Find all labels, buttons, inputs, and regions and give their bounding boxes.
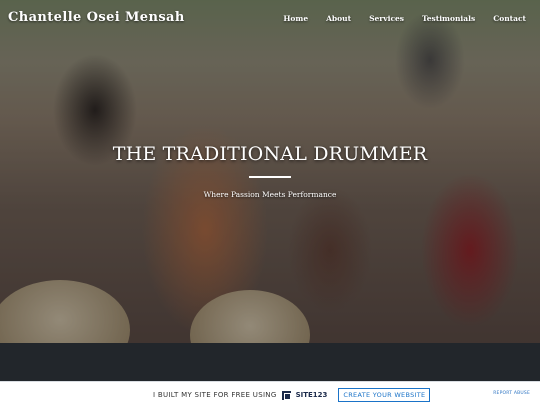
dark-section-band: [0, 343, 540, 381]
report-abuse-link[interactable]: REPORT ABUSE: [493, 391, 530, 396]
promo-content: I BUILT MY SITE FOR FREE USING SITE123 C…: [153, 388, 431, 402]
promo-built-text: I BUILT MY SITE FOR FREE USING: [153, 391, 277, 399]
hero-heading-block: THE TRADITIONAL DRUMMER Where Passion Me…: [0, 143, 540, 199]
site-brand-link[interactable]: Chantelle Osei Mensah: [8, 10, 185, 25]
hero-tagline: Where Passion Meets Performance: [203, 190, 337, 199]
site123-logo-text: SITE123: [295, 391, 328, 399]
hero-title: THE TRADITIONAL DRUMMER: [112, 143, 428, 165]
site123-logo-icon: [281, 390, 291, 400]
site123-promo-bar: I BUILT MY SITE FOR FREE USING SITE123 C…: [0, 381, 540, 405]
main-navigation: Home About Services Testimonials Contact: [265, 14, 526, 23]
nav-link-services[interactable]: Services: [369, 14, 404, 23]
nav-link-contact[interactable]: Contact: [493, 14, 526, 23]
nav-link-testimonials[interactable]: Testimonials: [422, 14, 475, 23]
create-website-button[interactable]: CREATE YOUR WEBSITE: [338, 388, 431, 402]
hero-divider: [249, 176, 291, 178]
nav-link-home[interactable]: Home: [283, 14, 308, 23]
nav-link-about[interactable]: About: [326, 14, 351, 23]
